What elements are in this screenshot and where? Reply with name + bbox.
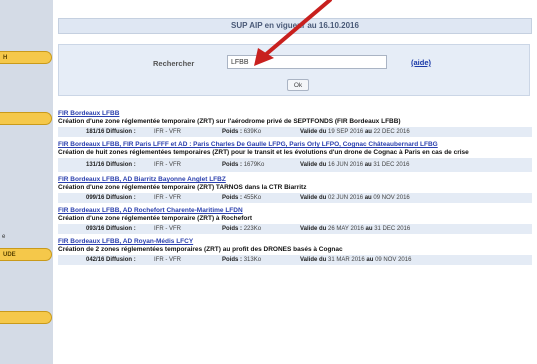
list-item: FIR Bordeaux LFBB, AD Biarritz Bayonne A… (58, 176, 532, 203)
entry-description: Création d'une zone réglementée temporai… (58, 118, 401, 125)
entry-meta: 131/16 Diffusion : IFR - VFR Poids : 167… (58, 158, 532, 172)
search-panel: Rechercher (aide) Ok (58, 44, 530, 96)
entry-diffusion: IFR - VFR (154, 195, 181, 201)
entry-meta: 093/16 Diffusion : IFR - VFR Poids : 223… (58, 224, 532, 234)
diffusion-label: Diffusion : (106, 195, 136, 201)
list-item: FIR Bordeaux LFBB Création d'une zone ré… (58, 110, 532, 137)
list-item: FIR Bordeaux LFBB, AD Rochefort Charente… (58, 207, 532, 234)
entry-poids: 455Ko (243, 195, 262, 201)
valid-to: 22 DEC 2016 (373, 129, 410, 135)
valid-from: 02 JUN 2016 (328, 195, 364, 201)
entry-number: 042/16 (86, 257, 105, 263)
valid-to: 09 NOV 2016 (375, 257, 412, 263)
help-link[interactable]: (aide) (411, 58, 431, 67)
valid-from: 31 MAR 2016 (328, 257, 365, 263)
results-list: FIR Bordeaux LFBB Création d'une zone ré… (58, 110, 532, 269)
entry-description: Création de huit zones réglementées temp… (58, 149, 469, 156)
page-title: SUP AIP en vigueur au 16.10.2016 (58, 18, 532, 34)
poids-label: Poids : (222, 162, 243, 168)
search-label: Rechercher (153, 59, 195, 68)
entry-description: Création de 2 zones réglementées tempora… (58, 246, 343, 253)
valid-to: 31 DEC 2016 (373, 162, 410, 168)
sidebar-button-3[interactable]: UDE (0, 248, 52, 261)
entry-meta: 181/16 Diffusion : IFR - VFR Poids : 639… (58, 127, 532, 137)
entry-diffusion: IFR - VFR (154, 162, 181, 168)
diffusion-label: Diffusion : (106, 226, 136, 232)
entry-meta: 099/16 Diffusion : IFR - VFR Poids : 455… (58, 193, 532, 203)
au-label: au (364, 162, 372, 168)
au-label: au (364, 195, 372, 201)
search-input[interactable] (227, 55, 387, 69)
entry-meta: 042/16 Diffusion : IFR - VFR Poids : 313… (58, 255, 532, 265)
valid-label: Valide du (300, 257, 327, 263)
sidebar-button-4[interactable] (0, 311, 52, 324)
valid-to: 09 NOV 2016 (373, 195, 410, 201)
entry-poids: 1679Ko (243, 162, 265, 168)
valid-from: 19 SEP 2016 (328, 129, 364, 135)
entry-diffusion: IFR - VFR (154, 257, 181, 263)
entry-poids: 313Ko (243, 257, 262, 263)
entry-diffusion: IFR - VFR (154, 226, 181, 232)
entry-title-link[interactable]: FIR Bordeaux LFBB (58, 110, 532, 118)
entry-number: 093/16 (86, 226, 105, 232)
diffusion-label: Diffusion : (106, 129, 136, 135)
main-content: SUP AIP en vigueur au 16.10.2016 Recherc… (58, 0, 537, 364)
sidebar-button-2[interactable] (0, 112, 52, 125)
valid-label: Valide du (300, 195, 327, 201)
entry-title-link[interactable]: FIR Bordeaux LFBB, AD Rochefort Charente… (58, 207, 532, 215)
sidebar-text: e (2, 234, 6, 240)
entry-number: 131/16 (86, 162, 105, 168)
poids-label: Poids : (222, 129, 243, 135)
valid-label: Valide du (300, 162, 327, 168)
sidebar-button-1[interactable]: H (0, 51, 52, 64)
entry-title-link[interactable]: FIR Bordeaux LFBB, AD Biarritz Bayonne A… (58, 176, 532, 184)
entry-title-link[interactable]: FIR Bordeaux LFBB, FIR Paris LFFF et AD … (58, 141, 532, 149)
poids-label: Poids : (222, 195, 243, 201)
entry-description: Création d'une zone réglementée temporai… (58, 184, 307, 191)
diffusion-label: Diffusion : (106, 162, 136, 168)
entry-number: 099/16 (86, 195, 105, 201)
au-label: au (365, 226, 373, 232)
entry-number: 181/16 (86, 129, 105, 135)
sidebar: H e UDE (0, 0, 53, 364)
poids-label: Poids : (222, 257, 243, 263)
valid-to: 31 DEC 2016 (374, 226, 411, 232)
valid-from: 16 JUN 2016 (328, 162, 364, 168)
au-label: au (366, 257, 374, 263)
diffusion-label: Diffusion : (106, 257, 136, 263)
ok-button[interactable]: Ok (287, 79, 309, 91)
poids-label: Poids : (222, 226, 243, 232)
entry-poids: 223Ko (243, 226, 262, 232)
entry-diffusion: IFR - VFR (154, 129, 181, 135)
entry-title-link[interactable]: FIR Bordeaux LFBB, AD Royan-Médis LFCY (58, 238, 532, 246)
entry-poids: 639Ko (243, 129, 262, 135)
valid-label: Valide du (300, 129, 327, 135)
valid-from: 26 MAY 2016 (328, 226, 364, 232)
valid-label: Valide du (300, 226, 327, 232)
list-item: FIR Bordeaux LFBB, FIR Paris LFFF et AD … (58, 141, 532, 172)
au-label: au (364, 129, 372, 135)
entry-description: Création d'une zone réglementée temporai… (58, 215, 253, 222)
list-item: FIR Bordeaux LFBB, AD Royan-Médis LFCY C… (58, 238, 532, 265)
